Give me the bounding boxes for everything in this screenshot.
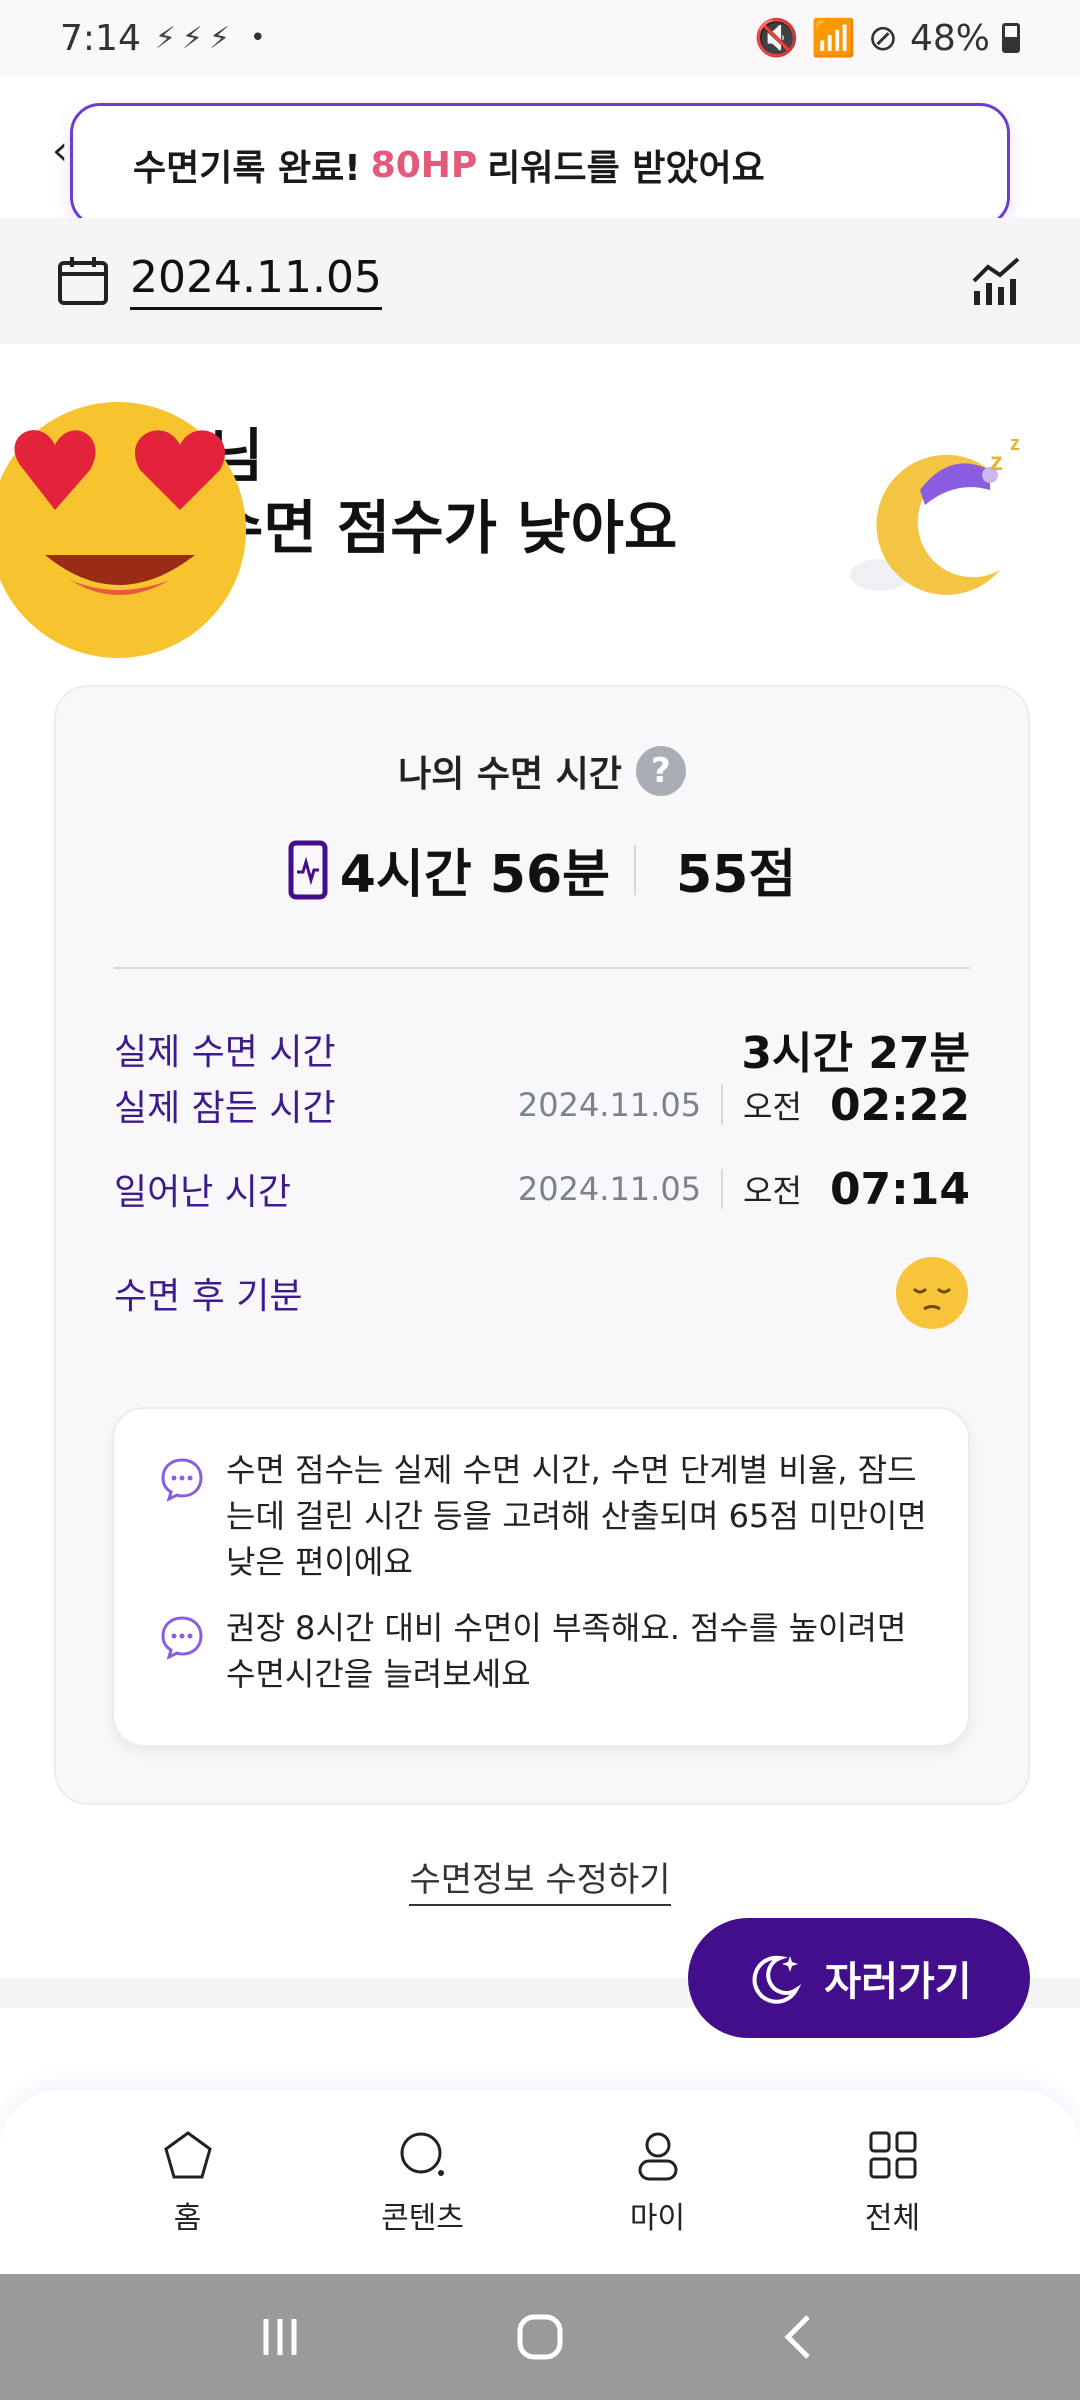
sleep-button-label: 자러가기 [824,1959,972,2005]
phone-sleep-icon [288,840,328,899]
row-date: 2024.11.05 [517,1086,702,1124]
nav-label: 마이 [629,2201,686,2236]
nav-label: 홈 [173,2201,202,2236]
row-date: 2024.11.05 [517,1170,702,1208]
row-divider [721,1169,724,1209]
summary-divider [633,844,636,895]
sleep-summary: 4시간 56분 55점 [56,832,1028,907]
status-right: 🔇 📶 ⊘ 48% [754,17,1020,59]
row-right: 2024.11.05 오전 07:14 [518,1164,970,1215]
row-actual-sleep: 실제 수면 시간 3시간 27분 [114,1019,970,1079]
moon-stars-icon [752,1955,802,2004]
row-ampm: 오전 [743,1088,802,1126]
status-time: 7:14 [60,17,141,59]
date-bar: 2024.11.05 [0,218,1080,344]
nav-all[interactable]: 전체 [813,2127,973,2237]
title-line2: 수면 점수가 낮아요 [210,494,678,562]
toast-prefix: 수면기록 완료! [133,148,361,189]
row-label: 실제 잠든 시간 [114,1088,336,1129]
tip-item: 권장 8시간 대비 수면이 부족해요. 점수를 높이려면 수면시간을 늘려보세요 [158,1605,938,1697]
recent-apps-icon[interactable] [250,2307,310,2367]
edit-sleep-info-link[interactable]: 수면정보 수정하기 [0,1852,1080,1906]
row-ampm: 오전 [743,1172,802,1210]
tip-text: 권장 8시간 대비 수면이 부족해요. 점수를 높이려면 수면시간을 늘려보세요 [226,1609,907,1693]
heart-eyes-emoji [0,402,246,658]
title-line1: 님 [210,422,264,490]
card-title: 나의 수면 시간 [398,754,622,795]
tip-text: 수면 점수는 실제 수면 시간, 수면 단계별 비율, 잠드는데 걸린 시간 등… [226,1451,927,1581]
nav-my[interactable]: 마이 [578,2127,738,2237]
chat-bubble-icon [161,1616,203,1660]
card-heading: 나의 수면 시간 ? [56,745,1028,797]
sleeping-moon-icon: z z [850,433,1020,595]
stats-icon[interactable] [968,253,1024,309]
row-label: 실제 수면 시간 [114,1032,336,1073]
edit-link-text[interactable]: 수면정보 수정하기 [409,1860,671,1906]
row-right [894,1255,970,1331]
nav-label: 전체 [864,2201,921,2236]
toast-hp: 80HP [370,144,478,186]
tips-box: 수면 점수는 실제 수면 시간, 수면 단계별 비율, 잠드는데 걸린 시간 등… [112,1407,970,1747]
back-button-icon[interactable] [770,2307,830,2367]
divider [114,967,970,969]
svg-text:z: z [990,446,1003,476]
row-woke-up: 일어난 시간 2024.11.05 오전 07:14 [114,1159,970,1219]
sleep-score: 55점 [675,845,797,905]
grid-icon [869,2131,916,2179]
battery-percent: 48% [909,17,990,59]
nav-contents[interactable]: 콘텐츠 [343,2127,503,2237]
more-notifications-dot: • [250,23,266,53]
page-title: 님 수면 점수가 낮아요 [210,420,677,564]
help-icon[interactable]: ? [635,746,686,796]
search-icon [400,2132,444,2176]
system-nav-bar [0,2274,1080,2400]
wifi-icon: 📶 [810,18,856,59]
home-button-icon[interactable] [510,2307,570,2367]
toast-suffix: 리워드를 받았어요 [487,148,765,189]
dnd-icon: ⊘ [867,17,898,59]
row-value: 3시간 27분 [741,1028,970,1079]
row-fell-asleep: 실제 잠든 시간 2024.11.05 오전 02:22 [114,1075,970,1135]
row-mood: 수면 후 기분 [114,1253,970,1333]
tip-item: 수면 점수는 실제 수면 시간, 수면 단계별 비율, 잠드는데 걸린 시간 등… [158,1447,938,1585]
nav-home[interactable]: 홈 [108,2127,268,2237]
row-right: 3시간 27분 [741,1017,970,1081]
sleep-time-card: 나의 수면 시간 ? 4시간 56분 55점 실제 수면 시간 3시간 27분 … [54,685,1030,1805]
user-icon [638,2132,677,2181]
status-bar: 7:14 ⚡ ⚡ ⚡ • 🔇 📶 ⊘ 48% [0,0,1080,76]
row-value: 02:22 [829,1079,970,1131]
back-icon[interactable]: ‹ [52,128,68,174]
mute-icon: 🔇 [754,18,799,59]
calendar-icon[interactable] [56,254,110,308]
row-label: 일어난 시간 [114,1172,292,1213]
row-right: 2024.11.05 오전 02:22 [518,1080,970,1131]
app-notification-icon: ⚡ [209,20,231,56]
app-notification-icon: ⚡ [181,20,203,56]
nav-label: 콘텐츠 [381,2201,464,2236]
go-to-sleep-button[interactable]: 자러가기 [688,1918,1030,2038]
row-label: 수면 후 기분 [114,1276,303,1317]
chat-bubble-icon [161,1458,203,1502]
reward-toast: 수면기록 완료! 80HP 리워드를 받았어요 [70,103,1010,227]
home-icon [163,2131,212,2179]
sleepy-mood-icon[interactable] [894,1255,970,1331]
battery-icon [1002,23,1020,53]
selected-date[interactable]: 2024.11.05 [130,252,382,310]
row-divider [721,1085,724,1125]
bottom-nav: 홈 콘텐츠 마이 전체 [0,2090,1080,2274]
svg-text:z: z [1010,433,1020,455]
row-value: 07:14 [829,1163,970,1215]
total-sleep-time: 4시간 56분 [339,845,610,905]
app-notification-icon: ⚡ [154,20,176,56]
